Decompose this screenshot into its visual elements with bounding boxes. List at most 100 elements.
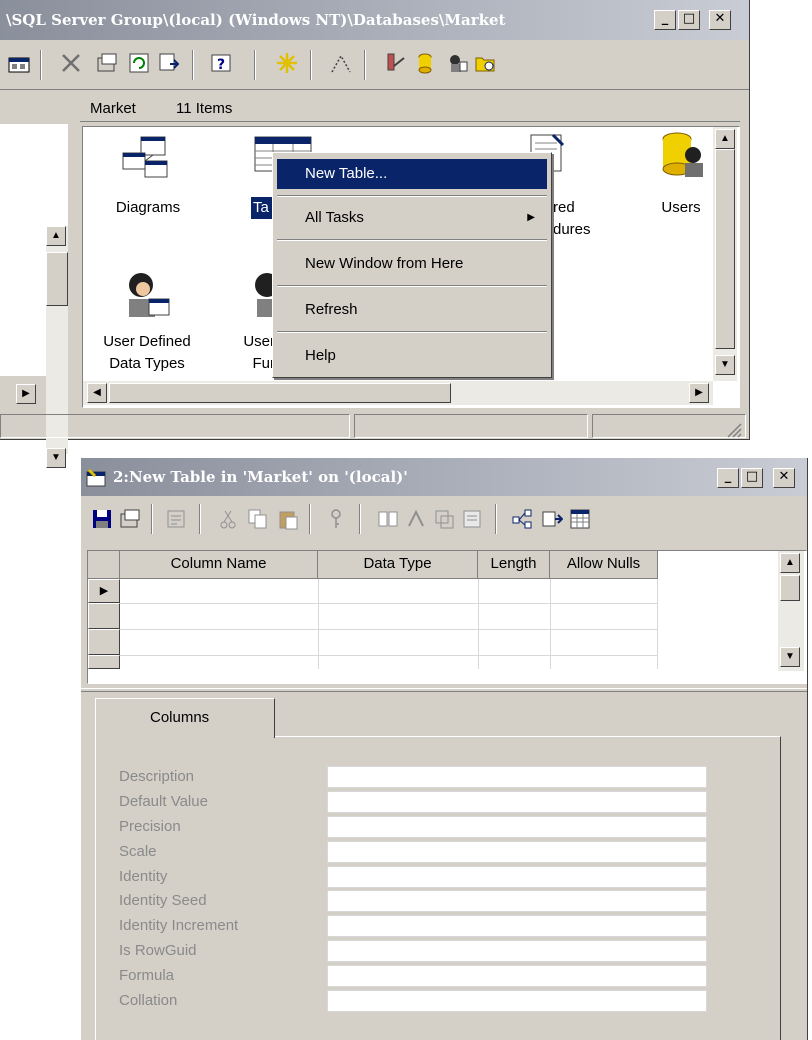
wizard-icon[interactable] xyxy=(330,52,352,74)
manage-constraints-icon[interactable] xyxy=(433,508,455,530)
new-table-title-bar[interactable]: 2:New Table in 'Market' on '(local)' _ □… xyxy=(81,458,807,496)
grid-view-icon[interactable] xyxy=(569,508,591,530)
diagrams-icon[interactable] xyxy=(119,135,169,181)
export-list-icon[interactable] xyxy=(158,52,180,74)
user-defined-data-types-icon[interactable] xyxy=(123,271,171,321)
property-identity-field[interactable] xyxy=(327,866,707,888)
properties-view-icon[interactable] xyxy=(8,54,30,76)
tree-scroll-thumb[interactable] xyxy=(46,252,68,306)
row-selector[interactable] xyxy=(88,603,120,629)
users-icon[interactable] xyxy=(659,131,709,181)
tab-columns-label: Columns xyxy=(150,709,210,726)
column-header-allow-nulls[interactable]: Allow Nulls xyxy=(550,551,658,579)
menu-item-new-window[interactable]: New Window from Here xyxy=(277,249,547,279)
row-selector[interactable] xyxy=(88,629,120,655)
table-row[interactable] xyxy=(120,579,658,669)
explorer-minimize-button[interactable]: _ xyxy=(654,10,676,30)
tree-scroll-right-button[interactable]: ▶ xyxy=(16,384,36,404)
row-selector-header xyxy=(88,551,120,579)
list-scroll-left-button[interactable]: ◀ xyxy=(87,383,107,403)
query-analyzer-icon[interactable] xyxy=(384,52,406,74)
relationships-icon[interactable] xyxy=(377,508,399,530)
copy-icon[interactable] xyxy=(247,508,269,530)
row-selector[interactable]: ▶ xyxy=(88,579,120,603)
new-table-close-button[interactable]: ✕ xyxy=(773,468,795,488)
new-table-minimize-button[interactable]: _ xyxy=(717,468,739,488)
insert-column-icon[interactable] xyxy=(541,508,563,530)
property-scale-field[interactable] xyxy=(327,841,707,863)
property-scale-label: Scale xyxy=(119,843,157,860)
help-icon[interactable]: ? xyxy=(210,52,232,74)
property-description-label: Description xyxy=(119,768,195,785)
menu-item-refresh[interactable]: Refresh xyxy=(277,295,547,325)
manage-indexes-icon[interactable] xyxy=(405,508,427,530)
property-identity-increment-label: Identity Increment xyxy=(119,917,239,934)
cut-icon[interactable] xyxy=(217,508,239,530)
new-table-maximize-button[interactable]: □ xyxy=(741,468,763,488)
generate-script-icon[interactable] xyxy=(165,508,187,530)
status-panel-3 xyxy=(592,414,746,438)
tree-scroll-down-button[interactable]: ▼ xyxy=(46,448,66,468)
list-scroll-down-button[interactable]: ▼ xyxy=(715,355,735,375)
user-defined-data-types-label[interactable]: User Defined Data Types xyxy=(87,331,207,375)
grid-scroll-down-button[interactable]: ▼ xyxy=(780,647,800,667)
show-diagram-icon[interactable] xyxy=(511,508,533,530)
tree-scroll-up-button[interactable]: ▲ xyxy=(46,226,66,246)
property-identity-seed-label: Identity Seed xyxy=(119,892,207,909)
property-collation-field[interactable] xyxy=(327,990,707,1012)
refresh-icon[interactable] xyxy=(128,52,150,74)
stored-procedures-label[interactable]: red dures xyxy=(553,197,613,241)
property-identity-label: Identity xyxy=(119,868,168,885)
new-table-toolbar xyxy=(81,496,807,542)
property-identity-seed-field[interactable] xyxy=(327,890,707,912)
property-formula-label: Formula xyxy=(119,967,175,984)
status-panel-1 xyxy=(0,414,350,438)
user-defined-functions-label[interactable]: User Fur xyxy=(225,331,275,375)
property-formula-field[interactable] xyxy=(327,965,707,987)
menu-item-help[interactable]: Help xyxy=(277,341,547,371)
property-precision-field[interactable] xyxy=(327,816,707,838)
new-folder-icon[interactable] xyxy=(474,52,496,74)
row-selector[interactable] xyxy=(88,655,120,669)
column-header-name[interactable]: Column Name xyxy=(120,551,318,579)
manage-triggers-icon[interactable] xyxy=(461,508,483,530)
list-scroll-thumb[interactable] xyxy=(715,149,735,349)
security-icon[interactable] xyxy=(446,52,468,74)
database-icon[interactable] xyxy=(414,52,436,74)
paste-icon[interactable] xyxy=(277,508,299,530)
delete-icon[interactable] xyxy=(60,52,82,74)
list-scroll-right-button[interactable]: ▶ xyxy=(689,383,709,403)
new-item-star-icon[interactable] xyxy=(276,52,298,74)
menu-item-new-table[interactable]: New Table... xyxy=(277,159,547,189)
diagrams-label[interactable]: Diagrams xyxy=(93,197,203,219)
save-icon[interactable] xyxy=(91,508,113,530)
property-is-rowguid-field[interactable] xyxy=(327,940,707,962)
user-defined-functions-icon[interactable] xyxy=(253,271,273,321)
status-panel-2 xyxy=(354,414,588,438)
context-menu: New Table... All Tasks ▶ New Window from… xyxy=(272,152,552,378)
new-table-window-title: 2:New Table in 'Market' on '(local)' xyxy=(113,468,408,486)
grid-scroll-thumb[interactable] xyxy=(780,575,800,601)
tab-columns[interactable]: Columns xyxy=(95,698,275,738)
properties-icon[interactable] xyxy=(96,52,118,74)
resize-grip-icon[interactable] xyxy=(724,420,742,438)
tree-pane: ▲ ▼ xyxy=(0,92,74,468)
property-default-value-field[interactable] xyxy=(327,791,707,813)
list-scroll-up-button[interactable]: ▲ xyxy=(715,129,735,149)
explorer-close-button[interactable]: ✕ xyxy=(709,10,731,30)
property-description-field[interactable] xyxy=(327,766,707,788)
explorer-title-bar[interactable]: \SQL Server Group\(local) (Windows NT)\D… xyxy=(0,0,749,40)
table-properties-icon[interactable] xyxy=(119,508,141,530)
primary-key-icon[interactable] xyxy=(325,508,347,530)
grid-scroll-up-button[interactable]: ▲ xyxy=(780,553,800,573)
list-hscroll-thumb[interactable] xyxy=(109,383,451,403)
column-header-data-type[interactable]: Data Type xyxy=(318,551,478,579)
property-default-value-label: Default Value xyxy=(119,793,208,810)
users-label[interactable]: Users xyxy=(649,197,713,219)
new-table-window: 2:New Table in 'Market' on '(local)' _ □… xyxy=(80,458,808,1040)
property-identity-increment-field[interactable] xyxy=(327,915,707,937)
column-header-length[interactable]: Length xyxy=(478,551,550,579)
explorer-maximize-button[interactable]: □ xyxy=(678,10,700,30)
explorer-window-title: \SQL Server Group\(local) (Windows NT)\D… xyxy=(6,11,506,29)
menu-item-all-tasks[interactable]: All Tasks ▶ xyxy=(277,203,547,233)
